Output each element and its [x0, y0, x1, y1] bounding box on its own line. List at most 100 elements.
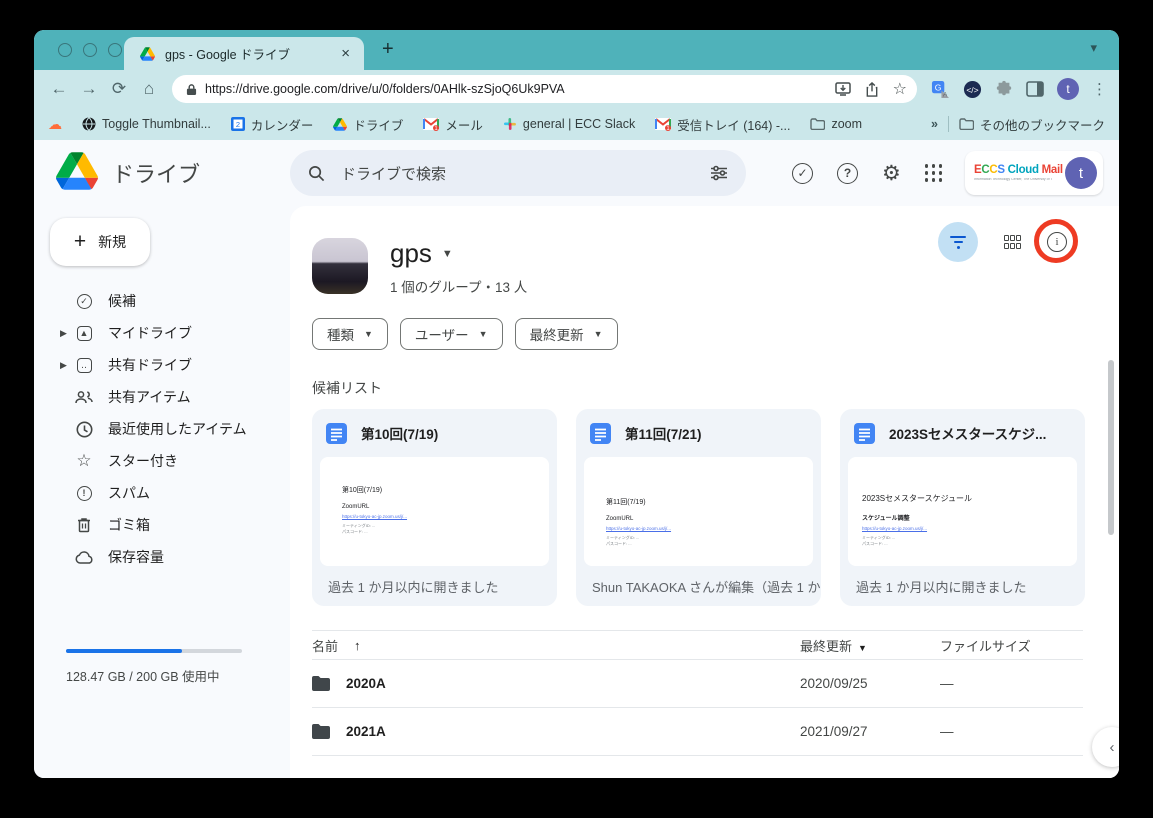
suggestions-title: 候補リスト: [312, 378, 382, 398]
sidebar-item-shared-drives[interactable]: ▶‥共有ドライブ: [34, 349, 290, 381]
sidebar-item-starred[interactable]: ☆スター付き: [34, 445, 290, 477]
clock-icon: [74, 421, 94, 438]
browser-tab[interactable]: gps - Google ドライブ ×: [124, 37, 364, 70]
drive-app: ドライブ ドライブで検索 ✓ ? ⚙ ECCS Cloud Mail Infor…: [34, 140, 1119, 778]
account-chip[interactable]: ECCS Cloud Mail Information Technology C…: [965, 151, 1103, 195]
google-apps-icon[interactable]: [925, 164, 943, 182]
shared-drive-icon: ‥: [74, 358, 94, 373]
bookmark-mail[interactable]: 1メール: [423, 115, 483, 134]
bookmark-calendar[interactable]: 2カレンダー: [231, 115, 314, 134]
new-button[interactable]: +新規: [50, 218, 150, 266]
sidebar-item-suggestions[interactable]: ✓候補: [34, 285, 290, 317]
expand-arrow-icon[interactable]: ▶: [60, 328, 67, 339]
new-tab-button[interactable]: +: [382, 38, 394, 61]
browser-menu-icon[interactable]: ⋮: [1092, 80, 1107, 98]
trash-icon: [74, 517, 94, 533]
back-icon[interactable]: ←: [44, 79, 74, 99]
bookmark-drive[interactable]: ドライブ: [333, 115, 403, 134]
bookmark-slack[interactable]: general | ECC Slack: [503, 117, 635, 131]
cloud-storage-icon: [74, 551, 94, 564]
search-placeholder: ドライブで検索: [341, 163, 710, 184]
bookmark-inbox[interactable]: 1受信トレイ (164) -...: [655, 115, 790, 134]
bookmarks-overflow-icon[interactable]: »: [931, 117, 938, 131]
col-name[interactable]: 名前: [312, 636, 338, 655]
other-bookmarks[interactable]: その他のブックマーク: [959, 115, 1105, 134]
chevron-down-icon: ▼: [594, 329, 603, 339]
suggested-files: 第10回(7/19) 第10回(7/19) ZoomURL https://u-…: [312, 409, 1085, 606]
people-icon: [74, 391, 94, 404]
browser-avatar[interactable]: t: [1057, 78, 1079, 100]
file-card[interactable]: 第11回(7/21) 第11回(7/19) ZoomURL https://u-…: [576, 409, 821, 606]
sidebar-item-recent[interactable]: 最近使用したアイテム: [34, 413, 290, 445]
forward-icon[interactable]: →: [74, 79, 104, 99]
scrollbar-thumb[interactable]: [1108, 360, 1114, 535]
sort-descending-icon: ▼: [858, 643, 867, 653]
reload-icon[interactable]: ⟳: [104, 79, 134, 99]
chevron-down-icon: ▼: [479, 329, 488, 339]
slack-icon: [503, 117, 517, 131]
drive-search-bar[interactable]: ドライブで検索: [290, 150, 746, 196]
settings-gear-icon[interactable]: ⚙: [882, 161, 901, 186]
maximize-window-button[interactable]: [108, 43, 122, 57]
sidebar-item-storage[interactable]: 保存容量: [34, 541, 290, 573]
chip-modified[interactable]: 最終更新▼: [515, 318, 618, 350]
calendar-icon: 2: [231, 117, 245, 131]
drive-logo-icon[interactable]: [56, 152, 98, 190]
bookmark-cloud[interactable]: ☁: [48, 116, 62, 133]
sidebar-item-trash[interactable]: ゴミ箱: [34, 509, 290, 541]
my-drive-icon: ▲: [74, 326, 94, 341]
table-row[interactable]: 2021A 2021/09/27 —: [312, 708, 1083, 756]
info-icon[interactable]: i: [1047, 232, 1067, 252]
header-actions: ✓ ? ⚙: [792, 151, 943, 195]
extension-adblock-icon[interactable]: </>: [963, 80, 982, 99]
side-panel-toggle[interactable]: ‹: [1092, 727, 1119, 767]
side-panel-icon[interactable]: [1026, 81, 1044, 97]
share-icon[interactable]: [865, 82, 879, 97]
bookmark-zoom-folder[interactable]: zoom: [810, 117, 862, 131]
eccs-logo: ECCS Cloud Mail Information Technology C…: [974, 165, 1063, 182]
svg-text:G: G: [935, 82, 942, 92]
tab-search-chevron-icon[interactable]: ▾: [1090, 40, 1097, 56]
chip-type[interactable]: 種類▼: [312, 318, 388, 350]
col-size[interactable]: ファイルサイズ: [940, 636, 1070, 655]
tab-title: gps - Google ドライブ: [165, 44, 337, 63]
file-card[interactable]: 第10回(7/19) 第10回(7/19) ZoomURL https://u-…: [312, 409, 557, 606]
table-row[interactable]: 2020A 2020/09/25 —: [312, 660, 1083, 708]
tab-close-icon[interactable]: ×: [337, 45, 354, 62]
grid-view-icon[interactable]: [1004, 235, 1021, 249]
plus-icon: +: [74, 230, 86, 254]
chevron-down-icon[interactable]: ▼: [442, 248, 453, 260]
url-text: https://drive.google.com/drive/u/0/folde…: [205, 82, 821, 96]
svg-text:2: 2: [236, 120, 240, 129]
sidebar-item-spam[interactable]: !スパム: [34, 477, 290, 509]
minimize-window-button[interactable]: [83, 43, 97, 57]
browser-toolbar: ← → ⟳ ⌂ https://drive.google.com/drive/u…: [34, 70, 1119, 108]
sort-ascending-icon[interactable]: ↑: [354, 638, 361, 653]
home-icon[interactable]: ⌂: [134, 79, 164, 99]
offline-status-icon[interactable]: ✓: [792, 163, 813, 184]
filter-button[interactable]: [938, 222, 978, 262]
expand-arrow-icon[interactable]: ▶: [60, 360, 67, 371]
address-bar[interactable]: https://drive.google.com/drive/u/0/folde…: [172, 75, 917, 103]
chip-people[interactable]: ユーザー▼: [400, 318, 503, 350]
install-icon[interactable]: [835, 82, 851, 96]
bookmark-toggle-thumbnail[interactable]: Toggle Thumbnail...: [82, 117, 211, 131]
table-header: 名前 ↑ 最終更新▼ ファイルサイズ: [312, 630, 1083, 660]
sidebar-item-my-drive[interactable]: ▶▲マイドライブ: [34, 317, 290, 349]
help-icon[interactable]: ?: [837, 163, 858, 184]
search-icon: [308, 165, 325, 182]
file-card[interactable]: 2023Sセメスタースケジ... 2023Sセメスタースケジュール スケジュール…: [840, 409, 1085, 606]
col-modified[interactable]: 最終更新▼: [800, 636, 940, 655]
storage-usage-text: 128.47 GB / 200 GB 使用中: [66, 666, 220, 685]
extensions-puzzle-icon[interactable]: [995, 80, 1013, 98]
folder-title[interactable]: gps▼: [390, 238, 453, 269]
sidebar-item-shared-with-me[interactable]: 共有アイテム: [34, 381, 290, 413]
account-avatar[interactable]: t: [1065, 157, 1097, 189]
bookmark-star-icon[interactable]: ☆: [893, 79, 907, 99]
lock-icon: [186, 83, 197, 96]
product-name: ドライブ: [112, 157, 200, 189]
close-window-button[interactable]: [58, 43, 72, 57]
svg-text:</>: </>: [966, 84, 978, 94]
search-options-icon[interactable]: [710, 165, 728, 181]
translate-icon[interactable]: GA: [931, 80, 950, 99]
